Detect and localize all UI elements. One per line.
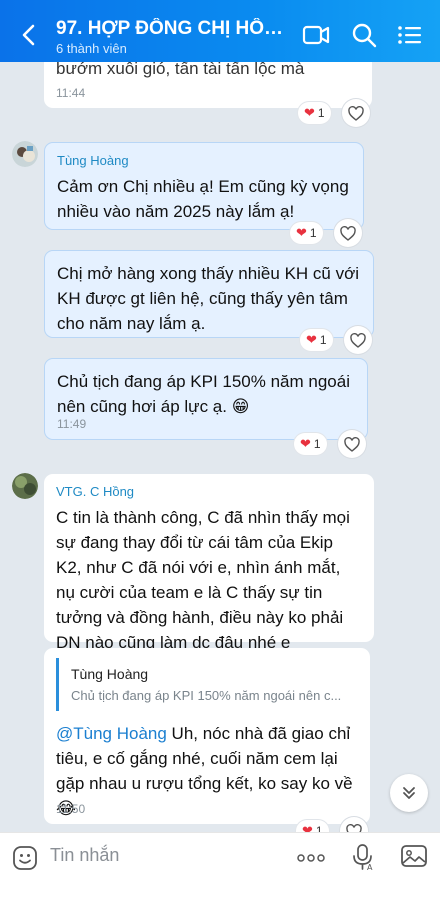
sender-name[interactable]: Tùng Hoàng (57, 153, 351, 168)
message-bubble[interactable]: Chị mở hàng xong thấy nhiều KH cũ với KH… (44, 250, 374, 338)
message-bubble[interactable]: Tùng Hoàng Chủ tịch đang áp KPI 150% năm… (44, 648, 370, 824)
reaction-count: 1 (313, 437, 321, 451)
message-text: Chị mở hàng xong thấy nhiều KH cũ với KH… (57, 264, 360, 333)
message-bubble[interactable]: bướm xuôi gió, tấn tài tấn lộc mà 11:44 (44, 62, 372, 108)
message-bubble[interactable]: VTG. C Hồng C tin là thành công, C đã nh… (44, 474, 374, 652)
more-icon[interactable] (296, 853, 326, 863)
reaction-count: 1 (309, 226, 317, 240)
heart-icon: ❤ (300, 436, 311, 451)
quoted-message[interactable]: Tùng Hoàng Chủ tịch đang áp KPI 150% năm… (56, 658, 358, 711)
message-text: @Tùng Hoàng Uh, nóc nhà đã giao chỉ tiêu… (56, 721, 358, 821)
heart-icon: ❤ (304, 105, 315, 120)
chat-title[interactable]: 97. HỢP ĐỒNG CHỊ HỒN... (56, 18, 286, 40)
heart-outline-icon (340, 225, 356, 241)
like-button[interactable] (334, 219, 362, 247)
reaction-badge[interactable]: ❤ 1 (294, 433, 327, 455)
heart-icon: ❤ (306, 332, 317, 347)
avatar[interactable] (12, 473, 38, 499)
double-chevron-down-icon (403, 787, 415, 799)
back-icon[interactable] (14, 20, 44, 50)
like-button[interactable] (338, 430, 366, 458)
message-time: 11:49 (57, 417, 87, 431)
message-bubble[interactable]: Tùng Hoàng Cảm ơn Chị nhiều ạ! Em cũng k… (44, 142, 364, 230)
member-count[interactable]: 6 thành viên (56, 41, 127, 56)
like-button[interactable] (342, 99, 370, 127)
svg-text:A: A (367, 863, 373, 871)
quoted-sender: Tùng Hoàng (71, 666, 149, 682)
like-button[interactable] (344, 326, 372, 354)
message-input-bar: Tin nhắn A (0, 832, 440, 914)
message-text: C tin là thành công, C đã nhìn thấy mọi … (56, 508, 350, 652)
heart-outline-icon (344, 436, 360, 452)
message-input[interactable]: Tin nhắn (50, 845, 119, 866)
reaction-count: 1 (319, 333, 327, 347)
avatar[interactable] (12, 141, 38, 167)
scroll-to-bottom-button[interactable] (390, 774, 428, 812)
mention-link[interactable]: @Tùng Hoàng (56, 724, 167, 743)
reaction-count: 1 (317, 106, 325, 120)
message-text: bướm xuôi gió, tấn tài tấn lộc mà (56, 62, 305, 78)
message-time: 11:50 (56, 802, 86, 816)
reaction-badge[interactable]: ❤ 1 (298, 102, 331, 124)
message-text: Chủ tịch đang áp KPI 150% năm ngoái nên … (57, 372, 350, 416)
message-text: Cảm ơn Chị nhiều ạ! Em cũng kỳ vọng nhiề… (57, 177, 349, 221)
sticker-icon[interactable] (12, 845, 38, 871)
heart-outline-icon (346, 823, 362, 832)
quoted-text: Chủ tịch đang áp KPI 150% năm ngoái nên … (71, 688, 342, 703)
reaction-count: 1 (315, 824, 323, 832)
reaction-badge[interactable]: ❤ 1 (290, 222, 323, 244)
heart-outline-icon (348, 105, 364, 121)
sender-name[interactable]: VTG. C Hồng (56, 484, 362, 499)
search-icon[interactable] (350, 22, 378, 48)
menu-icon[interactable] (396, 22, 424, 48)
heart-icon: ❤ (302, 823, 313, 832)
image-icon[interactable] (400, 843, 428, 869)
video-call-icon[interactable] (302, 22, 330, 48)
heart-outline-icon (350, 332, 366, 348)
message-list[interactable]: bướm xuôi gió, tấn tài tấn lộc mà 11:44 … (0, 62, 440, 832)
voice-input-icon[interactable]: A (350, 843, 376, 871)
heart-icon: ❤ (296, 225, 307, 240)
message-time: 11:44 (56, 86, 86, 100)
reaction-badge[interactable]: ❤ 1 (296, 820, 329, 832)
chat-header: 97. HỢP ĐỒNG CHỊ HỒN... 6 thành viên (0, 0, 440, 62)
message-bubble[interactable]: Chủ tịch đang áp KPI 150% năm ngoái nên … (44, 358, 368, 440)
reaction-badge[interactable]: ❤ 1 (300, 329, 333, 351)
